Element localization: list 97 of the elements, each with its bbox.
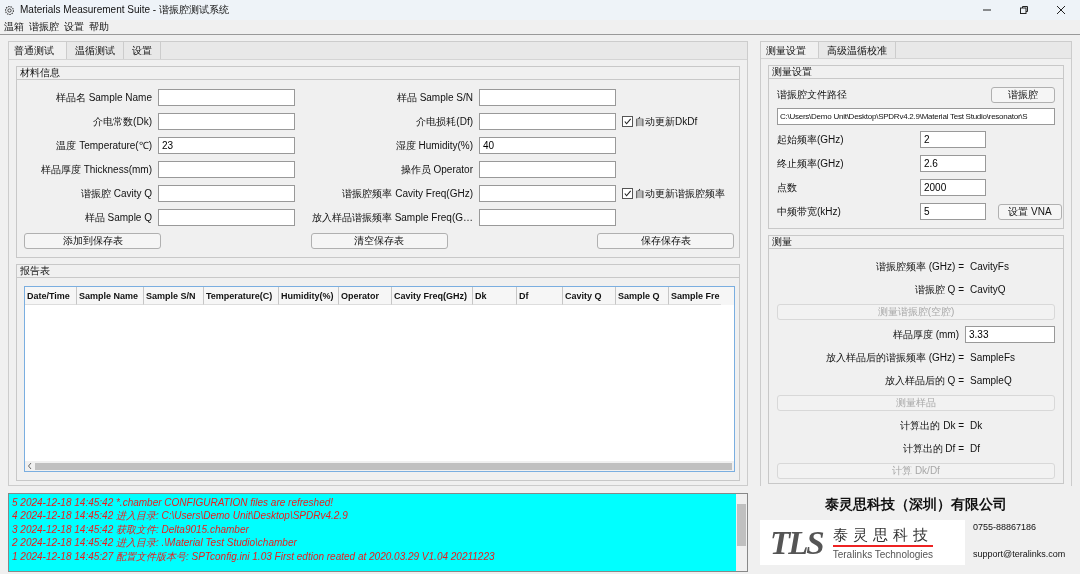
result-value: Dk	[970, 420, 983, 431]
checkbox-icon[interactable]	[622, 188, 633, 199]
button[interactable]: 清空保存表	[310, 233, 448, 249]
field-label: 介电损耗(Df)	[415, 114, 473, 129]
input-field[interactable]	[479, 209, 616, 226]
path-field[interactable]: C:\Users\Demo Unit\Desktop\SPDRv4.2.9\Material Test Studio\resonator\S	[777, 108, 1055, 125]
scroll-left-icon[interactable]	[27, 462, 33, 470]
column-header[interactable]: Cavity Freq(GHz)	[392, 287, 473, 305]
input-field[interactable]: 2000	[920, 179, 986, 196]
menu-item[interactable]: 温箱	[4, 19, 24, 34]
input-field[interactable]: 40	[479, 137, 616, 154]
column-header[interactable]: Sample Name	[77, 287, 144, 305]
column-header[interactable]: Sample Q	[616, 287, 669, 305]
group-title: 测量	[769, 236, 1063, 249]
field-label: 样品 Sample Q	[83, 210, 152, 225]
column-header[interactable]: Cavity Q	[563, 287, 616, 305]
input-field[interactable]	[479, 185, 616, 202]
button[interactable]: 设置 VNA	[998, 203, 1062, 220]
checkbox[interactable]: 自动更新DkDf	[622, 114, 727, 129]
input-field[interactable]: 2	[920, 131, 986, 148]
horizontal-scrollbar[interactable]	[25, 461, 734, 471]
field-label: 谐振腔 Cavity Q	[79, 186, 152, 201]
field-label: 湿度 Humidity(%)	[394, 138, 473, 153]
result-value: CavityFs	[970, 261, 1009, 272]
log-line: 1 2024-12-18 14:45:27 配置文件版本号: SPTconfig.ini 1.03 First edtion reated at 2020.03.29 V1.04 20211223	[12, 549, 496, 564]
log-line: 4 2024-12-18 14:45:42 进入目录: C:\Users\Demo Unit\Desktop\SPDRv4.2.9	[12, 509, 349, 523]
input-field[interactable]	[479, 89, 616, 106]
checkbox[interactable]: 自动更新谐振腔频率	[622, 186, 727, 201]
result-label: 谐振腔频率 (GHz) =	[874, 259, 965, 274]
menu-item[interactable]: 设置	[64, 19, 84, 34]
logo-letters: TLS	[769, 524, 824, 561]
window-title: Materials Measurement Suite - 谐振腔测试系统	[20, 3, 229, 17]
input-field[interactable]: 2.6	[920, 155, 986, 172]
result-value: CavityQ	[970, 284, 1006, 295]
field-label: 样品厚度 Thickness(mm)	[39, 162, 152, 177]
menu-item[interactable]: 谐振腔	[29, 19, 59, 34]
result-label: 放入样品后的 Q =	[883, 373, 965, 388]
field-label: 终止频率(GHz)	[777, 156, 844, 171]
log-line: 5 2024-12-18 14:45:42 *.chamber CONFIGURATION files are refreshed!	[12, 496, 335, 510]
result-label: 计算出的 Dk =	[899, 418, 965, 433]
result-label: 谐振腔 Q =	[913, 282, 965, 297]
field-label: 样品 Sample S/N	[395, 90, 473, 105]
field-label: 点数	[777, 180, 797, 195]
email-address: support@teralinks.com	[973, 549, 1066, 559]
log-line: 2 2024-12-18 14:45:42 进入目录: .\Material Test Studio\chamber	[12, 536, 298, 550]
company-name: 泰灵思科技（深圳）有限公司	[825, 495, 1007, 514]
button[interactable]: 保存保存表	[597, 233, 734, 249]
result-value: Df	[970, 443, 980, 454]
column-header[interactable]: Operator	[339, 287, 392, 305]
field-label: 放入样品谐振频率 Sample Freq(G…	[310, 210, 473, 225]
input-field[interactable]	[158, 89, 295, 106]
field-label: 样品厚度 (mm)	[891, 327, 960, 342]
column-header[interactable]: Sample Fre	[669, 287, 721, 305]
input-field[interactable]	[158, 185, 295, 202]
column-header[interactable]: Temperature(C)	[204, 287, 279, 305]
logo-subtitle: Teralinks Technologies	[832, 547, 934, 560]
input-field[interactable]	[479, 113, 616, 130]
column-header[interactable]: Humidity(%)	[279, 287, 339, 305]
column-header[interactable]: Sample S/N	[144, 287, 204, 305]
field-label: 中频带宽(kHz)	[777, 204, 841, 219]
vertical-scrollbar[interactable]	[736, 494, 747, 571]
field-label: 操作员 Operator	[399, 162, 473, 177]
input-field[interactable]	[479, 161, 616, 178]
input-field[interactable]: 3.33	[965, 326, 1055, 343]
restore-icon[interactable]	[1019, 5, 1029, 15]
input-field[interactable]	[158, 161, 295, 178]
menu-item[interactable]: 帮助	[89, 19, 109, 34]
group-title: 材料信息	[17, 67, 739, 80]
tab[interactable]: 普通测试	[9, 42, 67, 59]
column-header[interactable]: Dk	[473, 287, 517, 305]
column-header[interactable]: Df	[517, 287, 563, 305]
input-field[interactable]: 23	[158, 137, 295, 154]
checkbox-icon[interactable]	[622, 116, 633, 127]
input-field[interactable]	[158, 209, 295, 226]
logo-text: 泰灵思科技	[832, 525, 934, 547]
gear-icon	[4, 4, 15, 16]
field-label: 谐振腔文件路径	[777, 88, 847, 102]
result-label: 计算出的 Df =	[901, 441, 965, 456]
field-label: 温度 Temperature(℃)	[55, 139, 152, 153]
input-field[interactable]	[158, 113, 295, 130]
column-header[interactable]: Date/Time	[25, 287, 77, 305]
button[interactable]: 谐振腔	[991, 87, 1055, 103]
tab[interactable]: 测量设置	[761, 42, 819, 58]
field-label: 介电常数(Dk)	[92, 114, 152, 129]
field-label: 谐振腔频率 Cavity Freq(GHz)	[341, 186, 473, 201]
result-value: SampleFs	[970, 352, 1015, 363]
log-line: 3 2024-12-18 14:45:42 获取文件: Delta9015.chamber	[12, 522, 250, 537]
group-title: 测量设置	[769, 66, 1063, 79]
result-label: 放入样品后的谐振频率 (GHz) =	[824, 350, 965, 365]
group-title: 报告表	[17, 265, 739, 278]
result-value: SampleQ	[970, 375, 1012, 386]
field-label: 样品名 Sample Name	[54, 90, 152, 105]
phone-number: 0755-88867186	[973, 522, 1038, 532]
close-icon[interactable]	[1056, 5, 1066, 15]
button[interactable]: 添加到保存表	[24, 233, 161, 249]
input-field[interactable]: 5	[920, 203, 986, 220]
field-label: 起始频率(GHz)	[777, 132, 844, 147]
